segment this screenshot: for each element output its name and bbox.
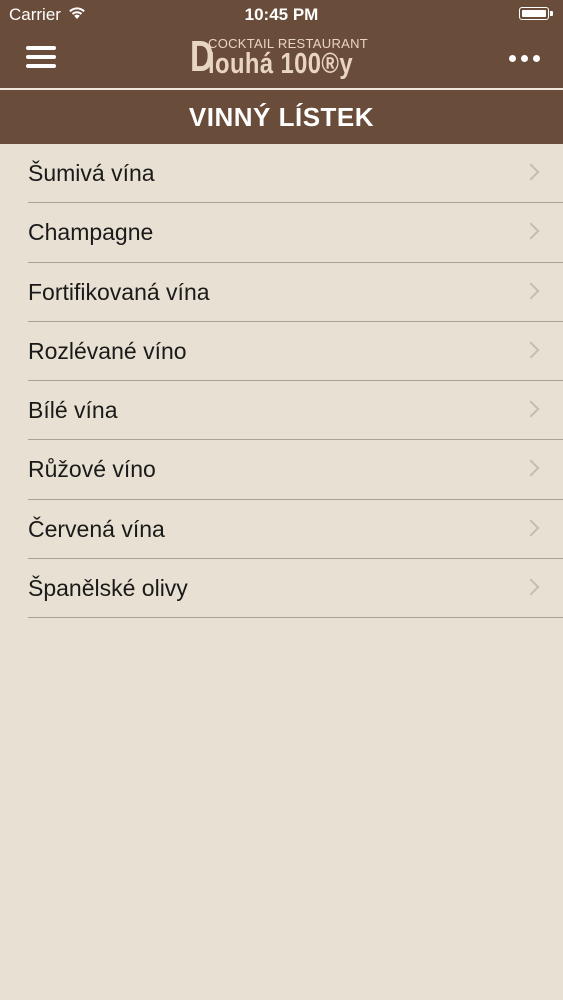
list-item-label: Bílé vína [28,397,118,424]
logo-name: louhá 100®y [208,48,353,80]
list-item-label: Rozlévané víno [28,337,187,364]
list-item-label: Červená vína [28,515,165,542]
chevron-right-icon [522,578,540,596]
list-item-label: Fortifikovaná vína [28,278,210,305]
chevron-right-icon [522,282,540,300]
chevron-right-icon [522,519,540,537]
restaurant-logo: D COCKTAIL RESTAURANT louhá 100®y [190,34,370,84]
list-item[interactable]: Bílé vína [0,381,563,441]
list-item[interactable]: Španělské olivy [0,559,563,619]
more-button[interactable] [509,52,543,64]
section-title: VINNÝ LÍSTEK [0,90,563,144]
ellipsis-icon [509,55,516,62]
chevron-right-icon [522,163,540,181]
top-bar: Carrier 10:45 PM D COCKTAIL RESTAURANT l… [0,0,563,88]
menu-button[interactable] [26,45,58,69]
battery-icon [519,7,553,20]
list-item-label: Růžové víno [28,456,156,483]
hamburger-icon [26,46,56,50]
status-time: 10:45 PM [244,5,319,24]
chevron-right-icon [522,222,540,240]
chevron-right-icon [522,400,540,418]
list-item[interactable]: Červená vína [0,500,563,560]
list-item-label: Champagne [28,219,154,246]
chevron-right-icon [522,459,540,477]
list-item[interactable]: Rozlévané víno [0,322,563,382]
status-bar: Carrier 10:45 PM [0,0,563,30]
list-item[interactable]: Champagne [0,203,563,263]
row-separator [28,617,563,619]
list-item-label: Španělské olivy [28,575,188,602]
list-item[interactable]: Růžové víno [0,440,563,500]
list-item[interactable]: Šumivá vína [0,144,563,204]
wine-category-list: Šumivá vína Champagne Fortifikovaná vína… [0,144,563,619]
list-item-label: Šumivá vína [28,160,155,186]
chevron-right-icon [522,341,540,359]
list-item[interactable]: Fortifikovaná vína [0,263,563,322]
navigation-bar: D COCKTAIL RESTAURANT louhá 100®y [0,30,563,88]
